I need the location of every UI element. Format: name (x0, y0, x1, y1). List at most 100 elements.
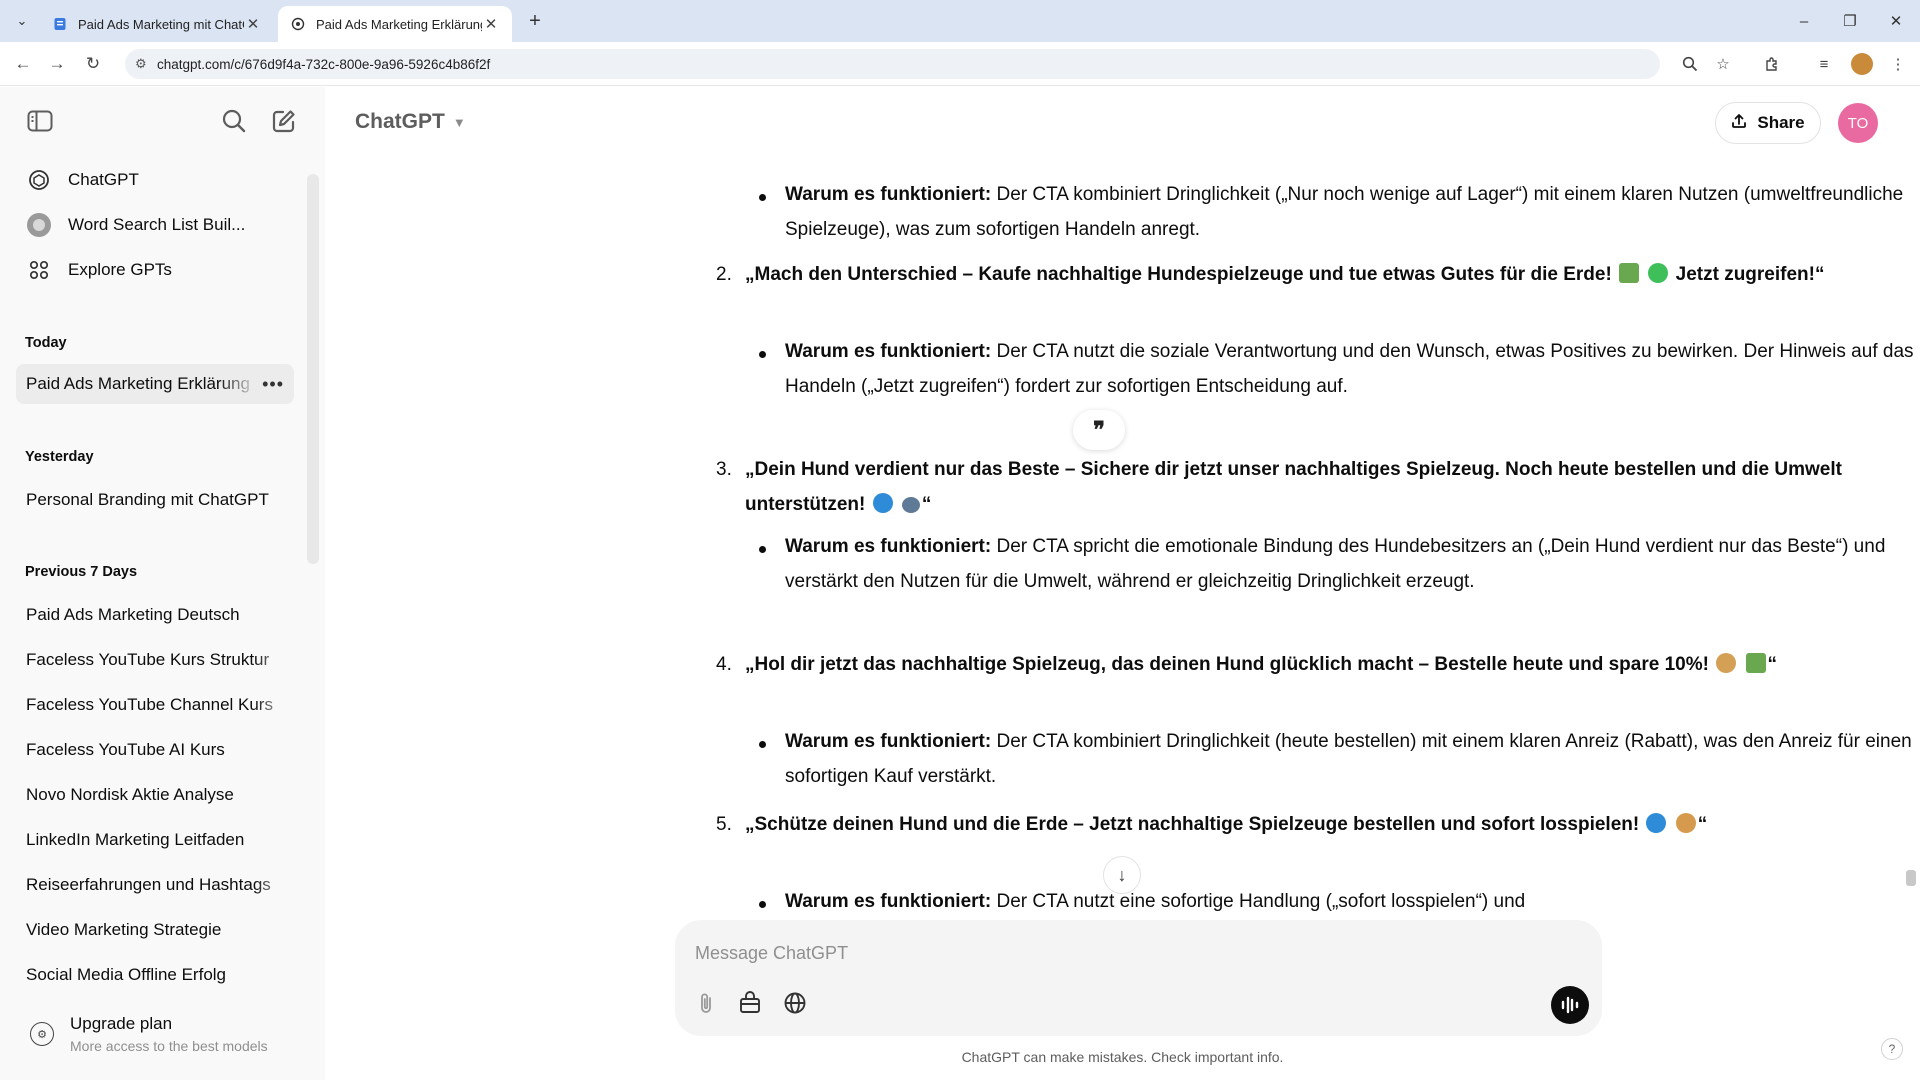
new-tab-icon[interactable]: + (522, 8, 548, 34)
section-title-today: Today (25, 335, 67, 351)
seedling-emoji-icon (1745, 653, 1766, 673)
site-info-icon[interactable]: ⚙ (135, 56, 147, 72)
reason-text: Warum es funktioniert: Der CTA nutzt die… (785, 341, 1914, 397)
cta-headline: „Dein Hund verdient nur das Beste – Sich… (745, 459, 1842, 515)
user-avatar[interactable]: TO (1838, 103, 1878, 143)
chevron-down-icon: ▼ (452, 114, 466, 130)
browser-tab-2[interactable]: Paid Ads Marketing Erklärung ✕ (278, 6, 512, 42)
history-item[interactable]: Faceless YouTube AI Kurs (16, 730, 294, 770)
close-tab-icon[interactable]: ✕ (482, 15, 500, 33)
grid-icon (26, 257, 52, 283)
section-title-yesterday: Yesterday (25, 449, 94, 465)
sidebar-item-chatgpt[interactable]: ChatGPT (16, 160, 294, 200)
section-title-previous-7-days: Previous 7 Days (25, 564, 138, 580)
history-item-label: Personal Branding mit ChatGPT (26, 490, 269, 509)
cta-headline: „Hol dir jetzt das nachhaltige Spielzeug… (745, 653, 1777, 675)
minimize-icon[interactable]: – (1784, 8, 1824, 34)
help-icon[interactable]: ? (1881, 1038, 1903, 1060)
history-item[interactable]: Personal Branding mit ChatGPT (16, 480, 294, 520)
sidebar-item-word-search-gpt[interactable]: Word Search List Buil... (16, 205, 294, 245)
media-controls-icon[interactable]: ≡ (1812, 52, 1836, 76)
list-number: 2. (716, 264, 732, 285)
close-window-icon[interactable]: ✕ (1876, 8, 1916, 34)
list-number: 5. (716, 814, 732, 835)
bullet-dot (759, 741, 766, 748)
attach-paperclip-icon[interactable] (689, 986, 723, 1020)
history-item[interactable]: Novo Nordisk Aktie Analyse (16, 775, 294, 815)
dog-emoji-icon (1675, 813, 1696, 833)
main-scrollbar-thumb[interactable] (1906, 870, 1916, 886)
history-item[interactable]: Video Marketing Strategie (16, 910, 294, 950)
close-tab-icon[interactable]: ✕ (244, 15, 262, 33)
sidebar-item-explore-gpts[interactable]: Explore GPTs (16, 250, 294, 290)
history-item-label: Video Marketing Strategie (26, 920, 222, 939)
quote-reply-button[interactable]: ❞ (1073, 410, 1125, 450)
more-options-icon[interactable]: ••• (262, 374, 284, 395)
browser-menu-icon[interactable]: ⋮ (1886, 52, 1910, 76)
paw-prints-emoji-icon (901, 497, 920, 513)
share-icon (1731, 113, 1747, 134)
history-item[interactable]: Faceless YouTube Kurs Struktur (16, 640, 294, 680)
voice-mode-button[interactable] (1551, 986, 1589, 1024)
history-item[interactable]: Social Media Offline Erfolg (16, 955, 294, 995)
upgrade-plan-button[interactable]: ⚙ Upgrade plan More access to the best m… (26, 1012, 306, 1062)
history-item-label: Paid Ads Marketing Deutsch (26, 605, 240, 624)
share-button[interactable]: Share (1715, 102, 1821, 144)
toggle-sidebar-icon[interactable] (22, 103, 58, 139)
history-item-label: Novo Nordisk Aktie Analyse (26, 785, 234, 804)
message-composer (675, 920, 1602, 1036)
history-item-label: Social Media Offline Erfolg (26, 965, 227, 984)
dog-face-emoji-icon (1716, 653, 1737, 673)
globe-emoji-icon (872, 493, 893, 513)
share-label: Share (1757, 113, 1805, 132)
history-item-label: Reiseerfahrungen und Hashtags (26, 875, 271, 894)
history-item-label: Faceless YouTube Channel Kurs (26, 695, 273, 714)
gpt-avatar-icon (26, 212, 52, 238)
url-field[interactable]: ⚙ chatgpt.com/c/676d9f4a-732c-800e-9a96-… (125, 49, 1660, 79)
disclaimer-text: ChatGPT can make mistakes. Check importa… (961, 1049, 1284, 1065)
tab-title: Paid Ads Marketing mit ChatGPT (78, 16, 244, 32)
model-name: ChatGPT (355, 110, 445, 133)
search-icon[interactable] (216, 103, 252, 139)
history-item-label: Faceless YouTube AI Kurs (26, 740, 225, 759)
chat-content: Warum es funktioniert: Der CTA kombinier… (325, 140, 1920, 920)
zoom-icon[interactable] (1678, 52, 1702, 76)
sidebar-scrollbar[interactable] (307, 174, 319, 564)
message-input[interactable] (695, 936, 1495, 970)
tools-box-icon[interactable] (733, 986, 767, 1020)
history-item[interactable]: Faceless YouTube Channel Kurs (16, 685, 294, 725)
history-item[interactable]: LinkedIn Marketing Leitfaden (16, 820, 294, 860)
globe-emoji-icon (1646, 813, 1667, 833)
scroll-to-bottom-button[interactable]: ↓ (1103, 856, 1141, 894)
bullet-dot (759, 901, 766, 908)
browser-tab-1[interactable]: Paid Ads Marketing mit ChatGPT ✕ (40, 6, 274, 42)
openai-logo-icon (26, 167, 52, 193)
cta-headline: „Mach den Unterschied – Kaufe nachhaltig… (745, 263, 1825, 285)
browser-profile-avatar[interactable] (1851, 53, 1873, 75)
restore-icon[interactable]: ❐ (1830, 8, 1870, 34)
list-number: 4. (716, 654, 732, 675)
sidebar: ChatGPT Word Search List Buil... Explore… (0, 87, 325, 1080)
bullet-dot (759, 546, 766, 553)
new-chat-icon[interactable] (266, 103, 302, 139)
history-item[interactable]: Paid Ads Marketing Deutsch (16, 595, 294, 635)
reason-text: Warum es funktioniert: Der CTA spricht d… (785, 536, 1886, 592)
seedling-emoji-icon (1619, 263, 1640, 283)
extensions-icon[interactable] (1760, 52, 1784, 76)
bookmark-star-icon[interactable]: ☆ (1711, 52, 1735, 76)
green-heart-emoji-icon (1648, 263, 1669, 283)
cta-headline: „Schütze deinen Hund und die Erde – Jetz… (745, 813, 1708, 835)
history-item[interactable]: Reiseerfahrungen und Hashtags (16, 865, 294, 905)
history-item-active[interactable]: Paid Ads Marketing Erklärung ••• (16, 364, 294, 404)
web-search-globe-icon[interactable] (778, 986, 812, 1020)
forward-icon[interactable]: → (44, 52, 70, 76)
url-text: chatgpt.com/c/676d9f4a-732c-800e-9a96-59… (157, 56, 491, 72)
upgrade-subtitle: More access to the best models (70, 1038, 268, 1054)
tab-search-dropdown-icon[interactable]: ⌄ (10, 9, 34, 33)
upgrade-title: Upgrade plan (70, 1014, 173, 1033)
reload-icon[interactable]: ↻ (80, 52, 106, 76)
back-icon[interactable]: ← (10, 52, 36, 76)
model-selector[interactable]: ChatGPT ▼ (355, 110, 466, 134)
list-number: 3. (716, 459, 732, 480)
history-item-label: Paid Ads Marketing Erklärung (26, 374, 250, 393)
